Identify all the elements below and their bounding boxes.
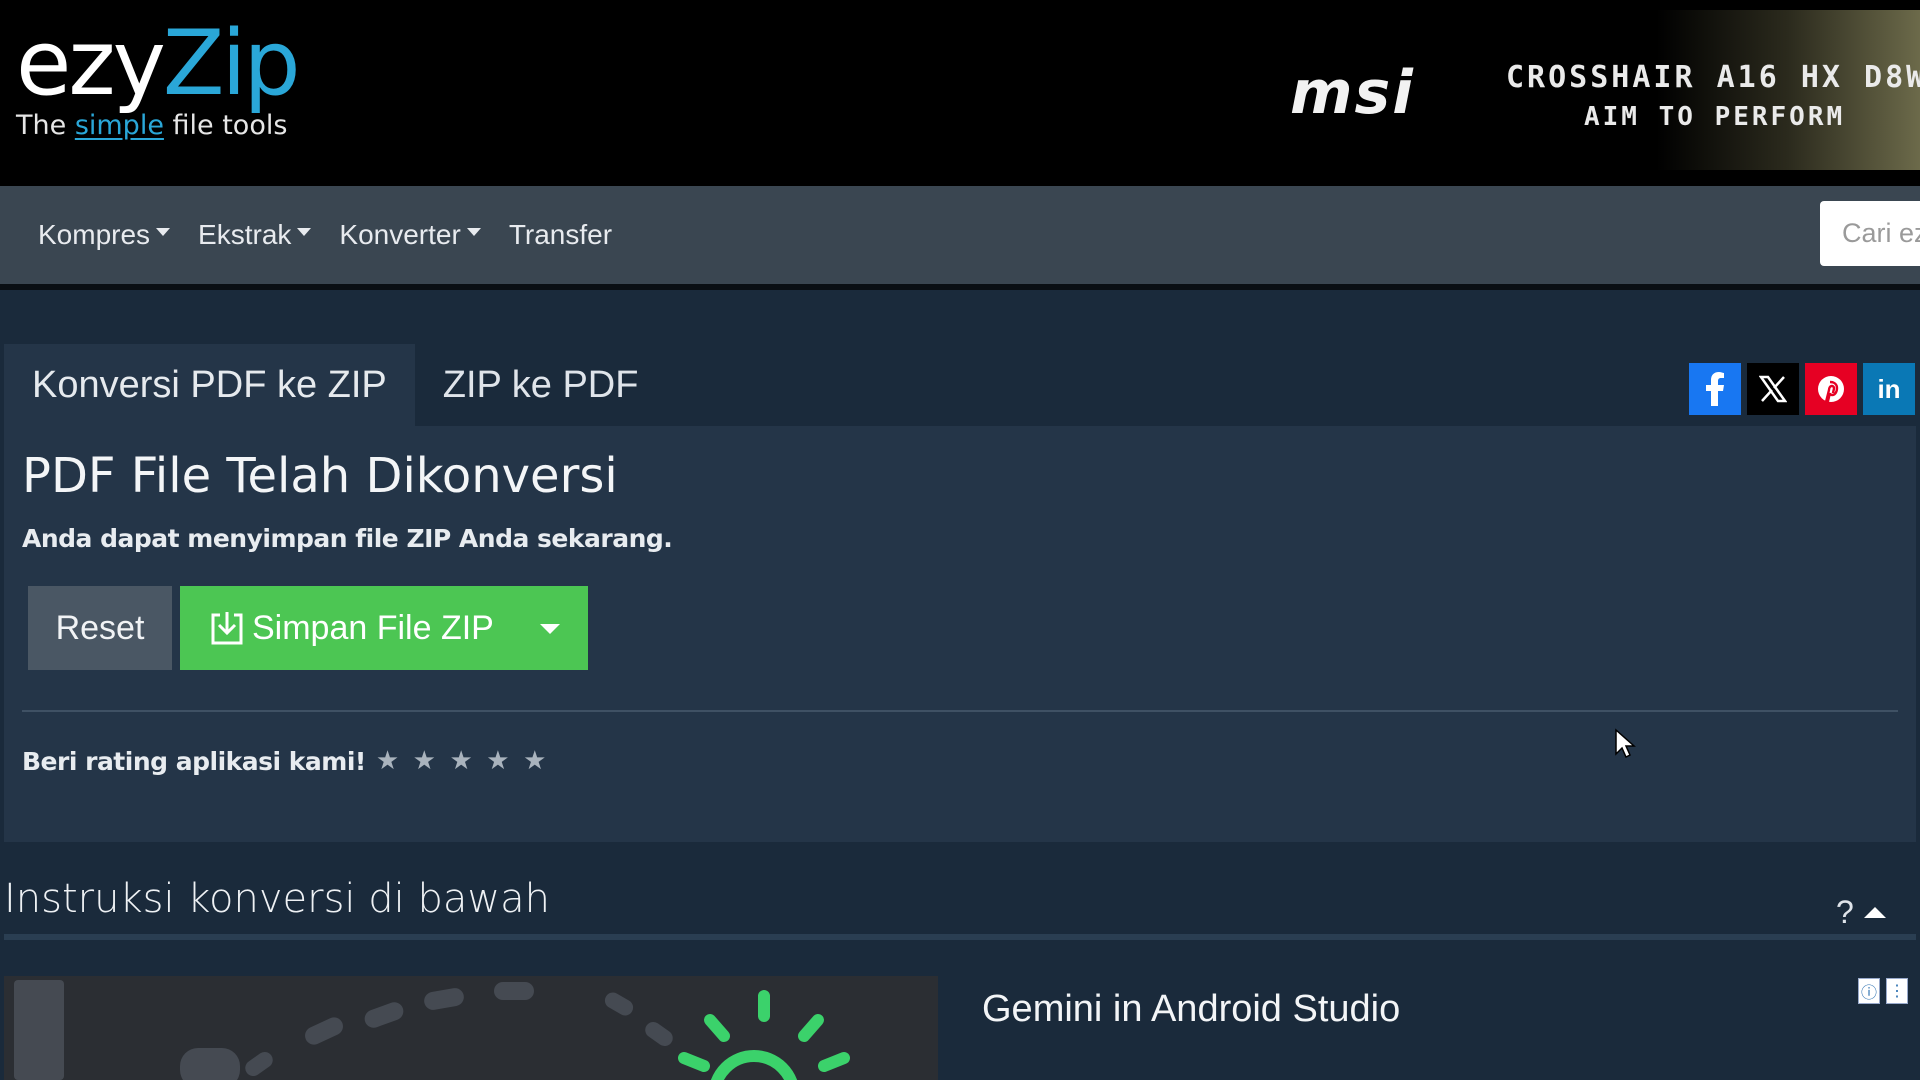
- ad-banner[interactable]: msi CROSSHAIR A16 HX D8W AIM TO PERFORM: [1260, 10, 1920, 170]
- ad-image[interactable]: [4, 976, 938, 1080]
- caret-down-icon: [466, 228, 481, 236]
- divider: [22, 710, 1898, 712]
- x-icon[interactable]: [1747, 363, 1799, 415]
- nav-item-transfer[interactable]: Transfer: [509, 219, 612, 251]
- logo-wordmark: ezyZip: [16, 11, 301, 116]
- main-nav: Kompres Ekstrak Konverter Transfer: [0, 186, 1920, 284]
- rating-row: Beri rating aplikasi kami! ★ ★ ★ ★ ★: [22, 746, 546, 776]
- ad-headline: CROSSHAIR A16 HX D8W: [1506, 60, 1920, 95]
- instructions-heading: Instruksi konversi di bawah: [4, 876, 550, 922]
- mouse-cursor-icon: [1615, 728, 1636, 759]
- star-icon[interactable]: ★: [523, 746, 546, 776]
- rating-label: Beri rating aplikasi kami!: [22, 746, 366, 776]
- social-share: in: [1689, 363, 1915, 415]
- save-zip-label: Simpan File ZIP: [252, 608, 494, 647]
- instructions-divider: [4, 934, 1916, 940]
- caret-down-icon: [156, 228, 171, 236]
- search-box: [1820, 201, 1920, 266]
- download-icon: [211, 612, 243, 645]
- nav-item-kompres[interactable]: Kompres: [38, 219, 171, 251]
- linkedin-icon[interactable]: in: [1863, 363, 1915, 415]
- nav-divider: [0, 284, 1920, 290]
- nav-item-ekstrak[interactable]: Ekstrak: [198, 219, 312, 251]
- msi-logo: msi: [1290, 58, 1415, 128]
- tab-pdf-to-zip[interactable]: Konversi PDF ke ZIP: [4, 344, 415, 426]
- help-toggle[interactable]: ?: [1836, 894, 1886, 931]
- pinterest-icon[interactable]: [1805, 363, 1857, 415]
- page-title: PDF File Telah Dikonversi: [22, 448, 618, 504]
- info-icon[interactable]: ⓘ: [1858, 978, 1880, 1004]
- ad-title[interactable]: Gemini in Android Studio: [982, 988, 1400, 1031]
- nav-menu: Kompres Ekstrak Konverter Transfer: [38, 186, 612, 284]
- dropdown-caret-icon[interactable]: [540, 624, 560, 634]
- caret-down-icon: [297, 228, 312, 236]
- reset-button[interactable]: Reset: [28, 586, 172, 670]
- site-header: ezyZip The simple file tools msi CROSSHA…: [0, 0, 1920, 186]
- star-icon[interactable]: ★: [486, 746, 509, 776]
- ad-choices[interactable]: ⓘ ⋮: [1858, 978, 1908, 1004]
- star-icon[interactable]: ★: [413, 746, 436, 776]
- more-options-icon[interactable]: ⋮: [1886, 978, 1908, 1004]
- result-panel: PDF File Telah Dikonversi Anda dapat men…: [4, 426, 1916, 842]
- ezyzip-logo[interactable]: ezyZip The simple file tools: [16, 11, 301, 142]
- tab-zip-to-pdf[interactable]: ZIP ke PDF: [415, 344, 667, 426]
- star-icon[interactable]: ★: [449, 746, 472, 776]
- save-zip-button[interactable]: Simpan File ZIP: [180, 586, 588, 670]
- help-icon: ?: [1836, 894, 1854, 930]
- ad-tagline: AIM TO PERFORM: [1584, 102, 1846, 132]
- nav-item-konverter[interactable]: Konverter: [339, 219, 481, 251]
- star-icon[interactable]: ★: [376, 746, 399, 776]
- logo-tagline: The simple file tools: [16, 110, 288, 141]
- converter-tabs: Konversi PDF ke ZIP ZIP ke PDF: [4, 344, 666, 426]
- star-rating: ★ ★ ★ ★ ★: [376, 746, 547, 776]
- status-message: Anda dapat menyimpan file ZIP Anda sekar…: [22, 524, 673, 553]
- facebook-icon[interactable]: [1689, 363, 1741, 415]
- search-input[interactable]: [1820, 201, 1920, 266]
- chevron-up-icon: [1863, 907, 1886, 918]
